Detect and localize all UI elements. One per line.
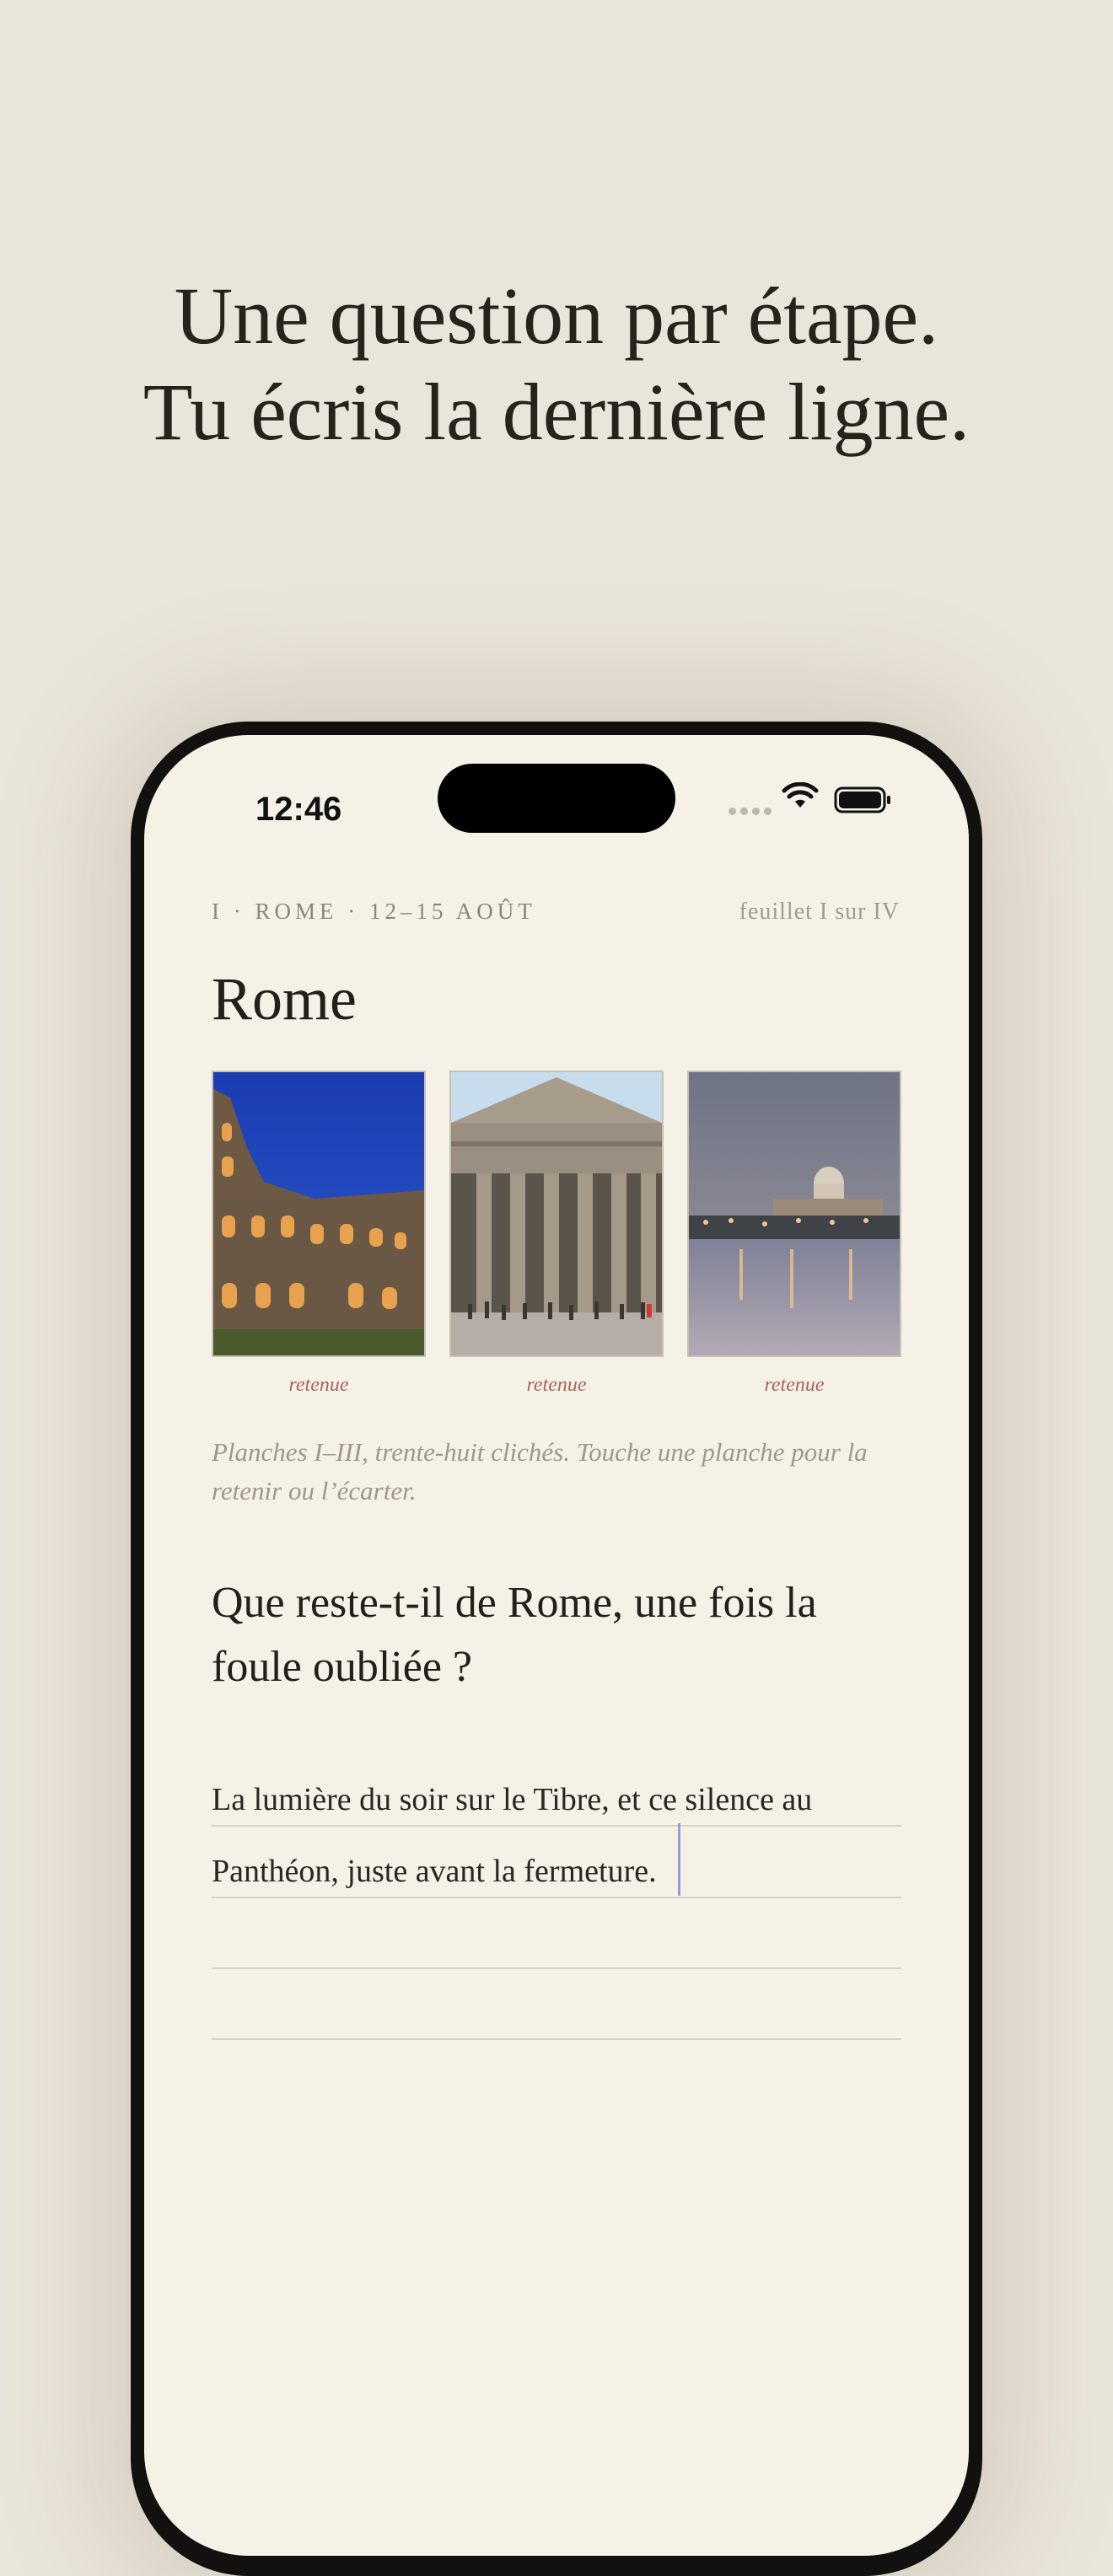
answer-field[interactable]: La lumière du soir sur le Tibre, et ce s… xyxy=(212,1774,901,2061)
headline-line-1: Une question par étape. xyxy=(174,271,939,361)
answer-line-2: Panthéon, juste avant la fermeture. xyxy=(212,1854,657,1889)
plate-1[interactable]: retenue xyxy=(212,1071,426,1397)
sheet-meta-location: I · ROME · 12–15 AOÛT xyxy=(212,899,536,924)
tiber-st-peters-photo[interactable] xyxy=(687,1071,901,1357)
plate-2-status: retenue xyxy=(526,1374,587,1396)
ruled-line-2 xyxy=(212,1897,901,1898)
plates-caption: Planches I–III, trente-huit clichés. Tou… xyxy=(212,1437,868,1505)
pantheon-photo[interactable] xyxy=(449,1071,664,1357)
status-time: 12:46 xyxy=(255,791,342,828)
plate-2[interactable]: retenue xyxy=(449,1071,664,1397)
marketing-headline: Une question par étape. Tu écris la dern… xyxy=(0,268,1113,460)
ruled-line-1 xyxy=(212,1825,901,1827)
plate-3-status: retenue xyxy=(764,1374,825,1396)
photo-plates: retenue retenue retenue xyxy=(212,1071,901,1397)
headline-line-2: Tu écris la dernière ligne. xyxy=(142,367,971,457)
question-line-1: Que reste-t-il de Rome, une fois la xyxy=(212,1579,817,1627)
ruled-line-4 xyxy=(212,2038,901,2040)
wifi-icon xyxy=(782,782,819,808)
sheet-page-indicator: feuillet I sur IV xyxy=(739,899,900,925)
battery-icon xyxy=(834,786,890,813)
phone-screen: 12:46 I · ROME · 12–15 AOÛT feuillet I s… xyxy=(144,735,969,2556)
answer-line-1: La lumière du soir sur le Tibre, et ce s… xyxy=(212,1782,813,1817)
cellular-icon xyxy=(729,808,772,815)
plate-1-status: retenue xyxy=(288,1374,349,1396)
plate-3[interactable]: retenue xyxy=(687,1071,901,1397)
text-caret xyxy=(678,1823,680,1896)
page-title: Rome xyxy=(212,965,357,1033)
colosseum-photo[interactable] xyxy=(212,1071,426,1357)
ruled-line-3 xyxy=(212,1967,901,1969)
question-prompt: Que reste-t-il de Rome, une fois la foul… xyxy=(212,1571,901,1699)
dynamic-island xyxy=(438,764,675,833)
question-line-2: foule oubliée ? xyxy=(212,1643,472,1691)
phone-frame: 12:46 I · ROME · 12–15 AOÛT feuillet I s… xyxy=(131,722,982,2576)
